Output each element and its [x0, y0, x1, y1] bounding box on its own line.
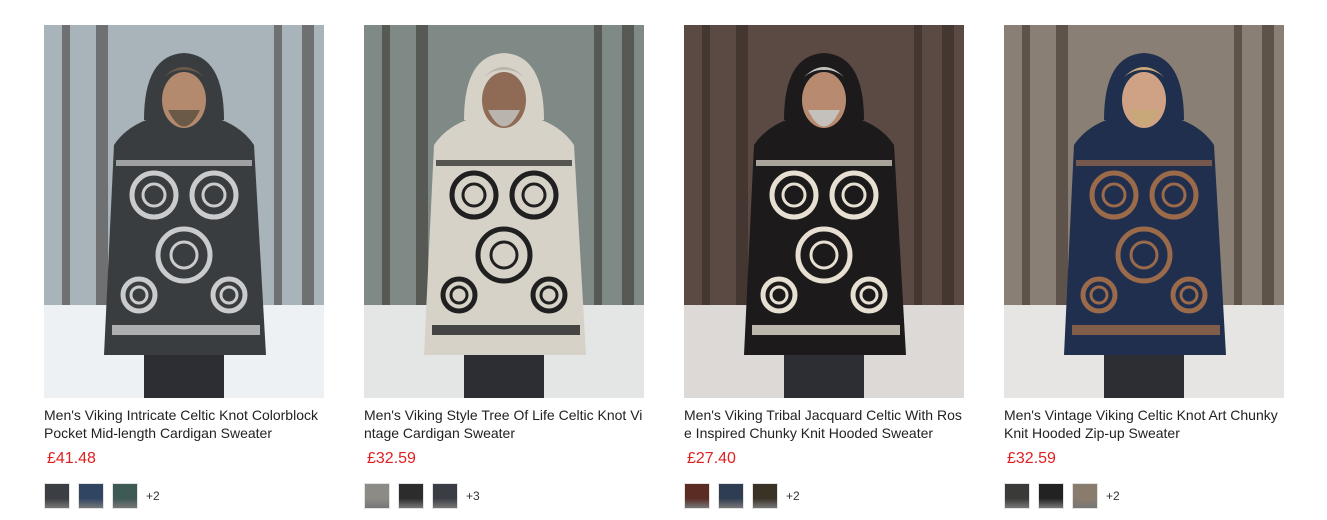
- product-price: £32.59: [1007, 450, 1056, 467]
- product-image[interactable]: [364, 25, 644, 398]
- product-title[interactable]: Men's Vintage Viking Celtic Knot Art Chu…: [1004, 406, 1284, 442]
- product-card[interactable]: Men's Viking Intricate Celtic Knot Color…: [44, 25, 324, 509]
- color-swatch[interactable]: [752, 483, 778, 509]
- color-swatch[interactable]: [112, 483, 138, 509]
- color-swatch[interactable]: [364, 483, 390, 509]
- product-photo-art: [684, 25, 964, 398]
- product-price: £27.40: [687, 450, 736, 467]
- color-swatch[interactable]: [1004, 483, 1030, 509]
- product-photo-art: [1004, 25, 1284, 398]
- product-image[interactable]: [44, 25, 324, 398]
- color-swatch[interactable]: [1072, 483, 1098, 509]
- product-price: £32.59: [367, 450, 416, 467]
- color-swatches: +2: [1004, 483, 1284, 509]
- color-swatch[interactable]: [432, 483, 458, 509]
- product-card[interactable]: Men's Viking Tribal Jacquard Celtic With…: [684, 25, 964, 509]
- color-swatches: +2: [684, 483, 964, 509]
- product-photo-art: [364, 25, 644, 398]
- product-photo-art: [44, 25, 324, 398]
- product-card[interactable]: Men's Viking Style Tree Of Life Celtic K…: [364, 25, 644, 509]
- color-swatches: +2: [44, 483, 324, 509]
- product-title[interactable]: Men's Viking Style Tree Of Life Celtic K…: [364, 406, 644, 442]
- more-colors-count[interactable]: +2: [786, 489, 800, 503]
- more-colors-count[interactable]: +3: [466, 489, 480, 503]
- color-swatch[interactable]: [1038, 483, 1064, 509]
- more-colors-count[interactable]: +2: [146, 489, 160, 503]
- product-title[interactable]: Men's Viking Tribal Jacquard Celtic With…: [684, 406, 964, 442]
- color-swatch[interactable]: [78, 483, 104, 509]
- product-grid: Men's Viking Intricate Celtic Knot Color…: [44, 25, 1284, 509]
- color-swatch[interactable]: [718, 483, 744, 509]
- product-price: £41.48: [47, 450, 96, 467]
- color-swatch[interactable]: [684, 483, 710, 509]
- product-image[interactable]: [684, 25, 964, 398]
- color-swatch[interactable]: [398, 483, 424, 509]
- product-image[interactable]: [1004, 25, 1284, 398]
- color-swatch[interactable]: [44, 483, 70, 509]
- color-swatches: +3: [364, 483, 644, 509]
- product-title[interactable]: Men's Viking Intricate Celtic Knot Color…: [44, 406, 324, 442]
- product-card[interactable]: Men's Vintage Viking Celtic Knot Art Chu…: [1004, 25, 1284, 509]
- more-colors-count[interactable]: +2: [1106, 489, 1120, 503]
